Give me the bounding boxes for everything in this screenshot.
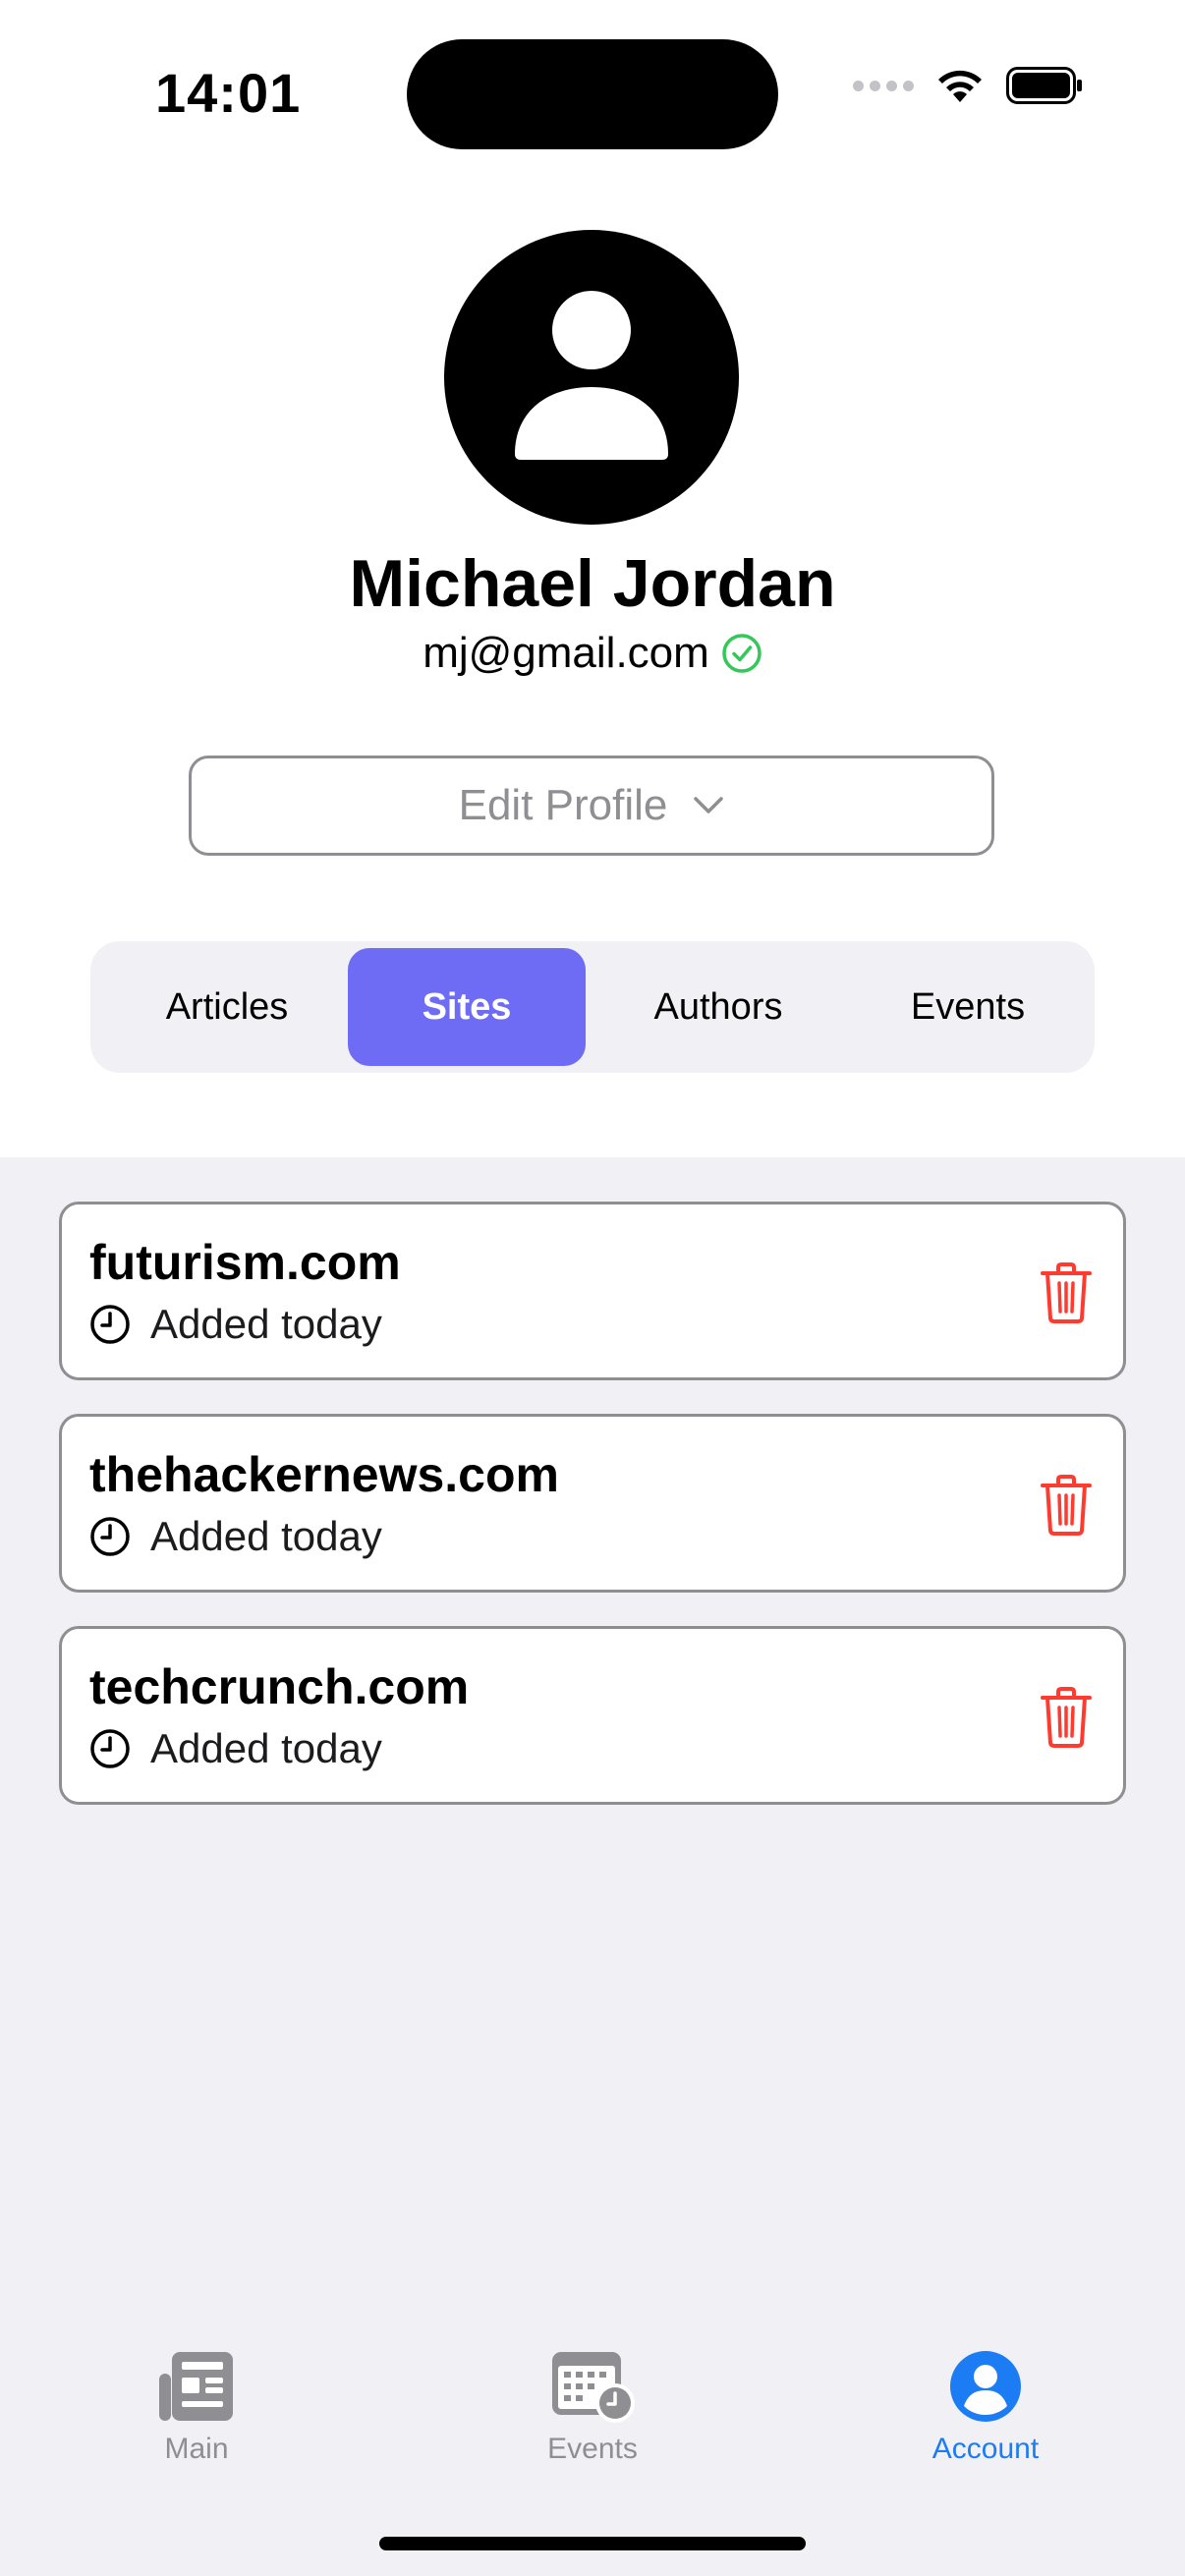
segment-articles[interactable]: Articles xyxy=(108,948,346,1066)
clock-icon xyxy=(90,1517,130,1556)
cellular-signal-icon xyxy=(853,80,914,91)
chevron-down-icon xyxy=(694,797,724,813)
added-date: Added today xyxy=(150,1301,382,1347)
tab-events-label: Events xyxy=(547,2433,638,2465)
added-date: Added today xyxy=(150,1725,382,1771)
home-indicator[interactable] xyxy=(379,2537,806,2550)
list-item[interactable]: futurism.com Added today xyxy=(59,1202,1126,1380)
dynamic-island xyxy=(407,39,778,149)
added-row: Added today xyxy=(89,1301,382,1348)
avatar[interactable] xyxy=(444,230,739,525)
tab-main-label: Main xyxy=(164,2433,229,2465)
site-name: techcrunch.com xyxy=(89,1659,470,1714)
list-item[interactable]: thehackernews.com Added today xyxy=(59,1414,1126,1593)
email-row: mj@gmail.com xyxy=(0,629,1185,678)
battery-icon xyxy=(1006,67,1082,104)
added-date: Added today xyxy=(150,1513,382,1559)
clock-icon xyxy=(90,1729,130,1768)
status-icons xyxy=(853,67,1083,104)
trash-icon[interactable] xyxy=(1039,1261,1094,1324)
user-name: Michael Jordan xyxy=(349,546,836,621)
person-icon xyxy=(515,291,668,460)
newspaper-icon xyxy=(159,2352,233,2421)
site-name: thehackernews.com xyxy=(89,1447,559,1502)
edit-profile-button[interactable]: Edit Profile xyxy=(189,756,994,856)
trash-icon[interactable] xyxy=(1039,1686,1094,1749)
status-bar: 14:01 xyxy=(0,0,1185,177)
segmented-control: Articles Sites Authors Events xyxy=(90,941,1095,1073)
tab-main[interactable]: Main xyxy=(69,2348,324,2466)
tab-events[interactable]: Events xyxy=(465,2348,720,2466)
user-email: mj@gmail.com xyxy=(423,629,709,677)
clock-icon xyxy=(90,1305,130,1344)
tab-account-label: Account xyxy=(931,2433,1040,2465)
segment-events[interactable]: Events xyxy=(849,948,1087,1066)
wifi-icon xyxy=(938,70,982,102)
tab-account[interactable]: Account xyxy=(858,2348,1113,2466)
segment-authors[interactable]: Authors xyxy=(599,948,837,1066)
verified-check-icon xyxy=(722,634,762,673)
list-item[interactable]: techcrunch.com Added today xyxy=(59,1626,1126,1805)
segment-sites[interactable]: Sites xyxy=(348,948,586,1066)
status-time: 14:01 xyxy=(155,62,302,124)
trash-icon[interactable] xyxy=(1039,1474,1094,1537)
person-circle-icon xyxy=(950,2351,1021,2422)
edit-profile-label: Edit Profile xyxy=(458,781,668,829)
calendar-clock-icon xyxy=(552,2352,635,2423)
added-row: Added today xyxy=(89,1725,382,1772)
site-name: futurism.com xyxy=(89,1235,401,1290)
added-row: Added today xyxy=(89,1513,382,1560)
